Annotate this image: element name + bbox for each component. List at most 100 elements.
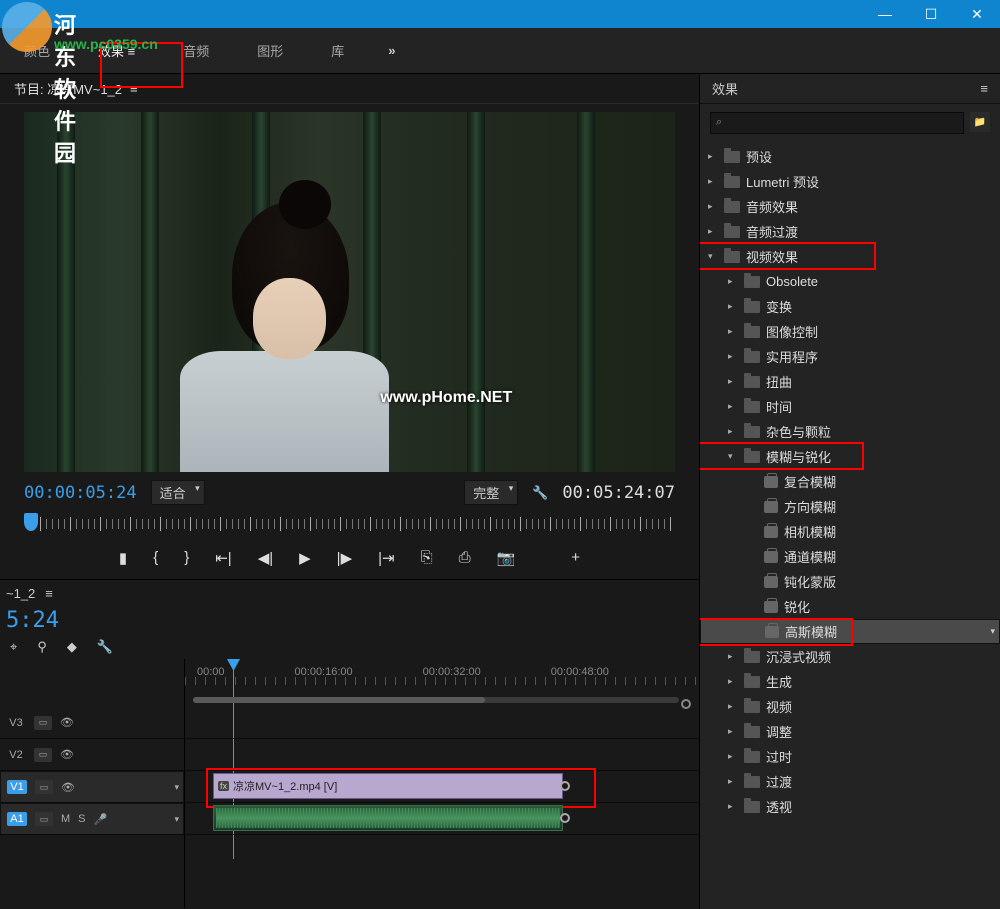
step-fwd-button[interactable]: |▶ (337, 549, 352, 567)
folder-icon (744, 276, 760, 288)
folder-image-control[interactable]: ▸图像控制 (700, 319, 1000, 344)
effect-sharpen[interactable]: 锐化 (700, 594, 1000, 619)
folder-adjust[interactable]: ▸调整 (700, 719, 1000, 744)
track-a1[interactable]: A1▭MS🎤 (0, 803, 184, 835)
toggle-output-icon[interactable]: ▭ (35, 780, 53, 794)
mic-icon[interactable]: 🎤 (94, 813, 108, 826)
program-viewer[interactable]: www.pHome.NET (24, 112, 675, 472)
folder-icon (744, 401, 760, 413)
extract-button[interactable]: ⎙ (459, 549, 471, 567)
tab-library[interactable]: 库 (327, 35, 348, 66)
folder-obsolete[interactable]: ▸Obsolete (700, 269, 1000, 294)
folder-icon (744, 351, 760, 363)
effect-channel-blur[interactable]: 通道模糊 (700, 544, 1000, 569)
tabs-overflow[interactable]: » (388, 43, 395, 58)
settings-icon[interactable]: 🔧 (532, 485, 548, 501)
close-button[interactable]: ✕ (954, 0, 1000, 28)
marker-icon[interactable]: ◆ (67, 639, 77, 655)
mute-button[interactable]: M (61, 813, 70, 825)
audio-clip[interactable] (213, 805, 563, 831)
toggle-output-icon[interactable]: ▭ (34, 748, 52, 762)
folder-utility[interactable]: ▸实用程序 (700, 344, 1000, 369)
folder-transition[interactable]: ▸过渡 (700, 769, 1000, 794)
effect-unsharp-mask[interactable]: 钝化蒙版 (700, 569, 1000, 594)
effect-gaussian-blur[interactable]: 高斯模糊 (700, 619, 1000, 644)
folder-video[interactable]: ▸视频 (700, 694, 1000, 719)
add-button[interactable]: + (571, 549, 580, 567)
folder-icon (724, 151, 740, 163)
playhead-icon[interactable] (24, 513, 38, 531)
eye-icon[interactable]: 👁 (61, 781, 75, 794)
panel-menu-icon[interactable]: ≡ (130, 81, 138, 96)
folder-perspective[interactable]: ▸透视 (700, 794, 1000, 819)
goto-out-button[interactable]: |⇥ (378, 549, 394, 567)
program-scrubber[interactable] (24, 513, 675, 537)
toggle-output-icon[interactable]: ▭ (34, 716, 52, 730)
folder-immersive[interactable]: ▸沉浸式视频 (700, 644, 1000, 669)
folder-lumetri[interactable]: ▸Lumetri 预设 (700, 169, 1000, 194)
resolution-select[interactable]: 完整 (464, 480, 518, 505)
toggle-output-icon[interactable]: ▭ (35, 812, 53, 826)
solo-button[interactable]: S (78, 813, 85, 825)
video-clip[interactable]: fx 凉凉MV~1_2.mp4 [V] (213, 773, 563, 799)
effects-tree: ▸预设 ▸Lumetri 预设 ▸音频效果 ▸音频过渡 ▾视频效果 ▸Obsol… (700, 142, 1000, 909)
timeline-timecode[interactable]: 5:24 (0, 606, 699, 635)
effects-panel-title: 效果 (712, 79, 738, 98)
folder-icon (744, 301, 760, 313)
snap-icon[interactable]: ⌖ (10, 639, 17, 655)
effect-compound-blur[interactable]: 复合模糊 (700, 469, 1000, 494)
folder-icon (744, 676, 760, 688)
folder-audio-fx[interactable]: ▸音频效果 (700, 194, 1000, 219)
effect-icon (764, 501, 778, 513)
mark-in-button[interactable]: { (153, 549, 158, 567)
folder-icon (744, 326, 760, 338)
timecode-duration: 00:05:24:07 (562, 483, 675, 503)
sequence-name: ~1_2 (6, 586, 35, 601)
watermark-title: 河东软件园 (54, 8, 78, 168)
export-frame-button[interactable]: 📷 (497, 549, 516, 567)
clip-end-handle[interactable] (560, 813, 570, 823)
folder-noise[interactable]: ▸杂色与颗粒 (700, 419, 1000, 444)
link-icon[interactable]: ⚲ (37, 639, 47, 655)
mark-out-button[interactable]: } (184, 549, 189, 567)
maximize-button[interactable]: ☐ (908, 0, 954, 28)
folder-time[interactable]: ▸时间 (700, 394, 1000, 419)
folder-obsolete2[interactable]: ▸过时 (700, 744, 1000, 769)
folder-audio-trans[interactable]: ▸音频过渡 (700, 219, 1000, 244)
folder-video-fx[interactable]: ▾视频效果 (700, 244, 1000, 269)
clip-end-handle[interactable] (560, 781, 570, 791)
folder-icon (744, 726, 760, 738)
panel-menu-icon[interactable]: ≡ (980, 81, 988, 96)
effect-directional-blur[interactable]: 方向模糊 (700, 494, 1000, 519)
effects-panel: 效果 ≡ ⌕ 📁 ▸预设 ▸Lumetri 预设 ▸音频效果 ▸音频过渡 ▾视频… (700, 74, 1000, 909)
tab-graphics[interactable]: 图形 (253, 35, 287, 66)
folder-distort[interactable]: ▸扭曲 (700, 369, 1000, 394)
wrench-icon[interactable]: 🔧 (97, 639, 113, 655)
timecode-current[interactable]: 00:00:05:24 (24, 483, 137, 503)
panel-menu-icon[interactable]: ≡ (45, 586, 53, 601)
folder-generate[interactable]: ▸生成 (700, 669, 1000, 694)
track-v1[interactable]: V1▭👁 (0, 771, 184, 803)
eye-icon[interactable]: 👁 (60, 748, 74, 761)
step-back-button[interactable]: ◀| (258, 549, 273, 567)
tab-audio[interactable]: 音频 (179, 35, 213, 66)
track-v2[interactable]: V2▭👁 (0, 739, 184, 771)
new-bin-icon[interactable]: 📁 (970, 112, 990, 132)
goto-in-button[interactable]: ⇤| (215, 549, 231, 567)
effect-camera-blur[interactable]: 相机模糊 (700, 519, 1000, 544)
effect-icon (764, 551, 778, 563)
eye-icon[interactable]: 👁 (60, 716, 74, 729)
timeline-ruler[interactable]: 00:00 00:00:16:00 00:00:32:00 00:00:48:0… (185, 659, 699, 685)
minimize-button[interactable]: — (862, 0, 908, 28)
folder-presets[interactable]: ▸预设 (700, 144, 1000, 169)
timeline-zoom-scroll[interactable] (193, 697, 679, 703)
folder-icon (744, 751, 760, 763)
lift-button[interactable]: ⎘ (421, 549, 433, 567)
folder-blur-sharpen[interactable]: ▾模糊与锐化 (700, 444, 1000, 469)
effects-search-input[interactable] (710, 112, 964, 134)
mark-in-icon[interactable]: ▮ (119, 549, 127, 567)
track-v3[interactable]: V3▭👁 (0, 707, 184, 739)
zoom-select[interactable]: 适合 (151, 480, 205, 505)
play-button[interactable]: ▶ (299, 549, 311, 567)
folder-transform[interactable]: ▸变换 (700, 294, 1000, 319)
